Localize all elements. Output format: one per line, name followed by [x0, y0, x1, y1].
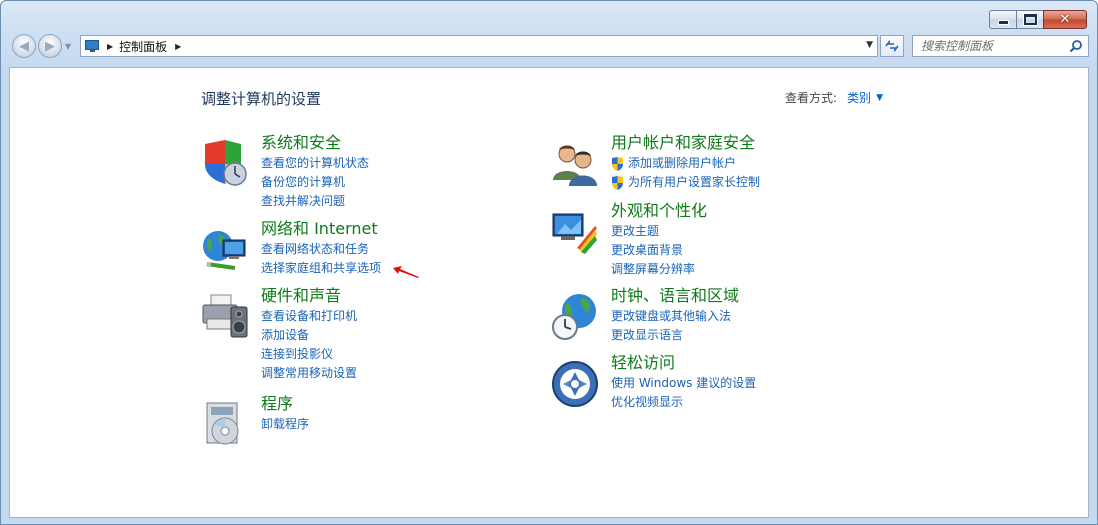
appearance-monitor-icon — [552, 213, 597, 254]
uac-shield-icon — [612, 156, 623, 171]
caption-buttons: ✕ — [989, 10, 1087, 29]
users-icon — [553, 145, 597, 186]
link-screen-resolution[interactable]: 调整屏幕分辨率 — [611, 260, 707, 279]
address-bar[interactable]: ▶ 控制面板 ▶ ▼ — [80, 35, 878, 57]
link-view-computer-status[interactable]: 查看您的计算机状态 — [261, 154, 369, 173]
minimize-icon — [997, 20, 1009, 25]
annotation-arrow-icon — [393, 266, 419, 278]
link-change-background[interactable]: 更改桌面背景 — [611, 241, 707, 260]
category-title-appearance[interactable]: 外观和个性化 — [611, 200, 707, 222]
page-title: 调整计算机的设置 — [201, 90, 322, 108]
minimize-button[interactable] — [989, 10, 1016, 29]
link-add-device[interactable]: 添加设备 — [261, 326, 357, 345]
search-box[interactable] — [912, 35, 1089, 57]
link-view-network-status[interactable]: 查看网络状态和任务 — [261, 240, 381, 259]
forward-arrow-icon: ▶ — [45, 38, 55, 54]
breadcrumb-separator-icon[interactable]: ▶ — [107, 42, 113, 51]
category-title-programs[interactable]: 程序 — [261, 393, 309, 415]
close-icon: ✕ — [1059, 12, 1071, 27]
category-title-ease-of-access[interactable]: 轻松访问 — [611, 352, 756, 374]
recent-pages-dropdown-icon[interactable]: ▼ — [65, 42, 71, 51]
link-uninstall-program[interactable]: 卸载程序 — [261, 415, 309, 434]
link-add-remove-accounts[interactable]: 添加或删除用户帐户 — [611, 154, 760, 173]
control-panel-window: ✕ ◀ ▶ ▼ ▶ 控制面板 ▶ ▼ 调整计算机的设置 查看方式: 类别 ▼ — [0, 0, 1098, 525]
refresh-icon — [885, 40, 899, 52]
category-title-user-accounts[interactable]: 用户帐户和家庭安全 — [611, 132, 760, 154]
link-connect-projector[interactable]: 连接到投影仪 — [261, 345, 357, 364]
link-parental-controls-label: 为所有用户设置家长控制 — [628, 175, 761, 189]
category-title-system-security[interactable]: 系统和安全 — [261, 132, 369, 154]
link-mobility-settings[interactable]: 调整常用移动设置 — [261, 364, 357, 383]
link-add-remove-accounts-label: 添加或删除用户帐户 — [628, 156, 737, 170]
programs-disc-icon — [206, 402, 239, 445]
view-by-category-link[interactable]: 类别 — [847, 89, 871, 106]
back-arrow-icon: ◀ — [19, 38, 29, 54]
link-homegroup-sharing[interactable]: 选择家庭组和共享选项 — [261, 259, 381, 278]
clock-globe-icon — [552, 294, 596, 340]
content-pane: 调整计算机的设置 查看方式: 类别 ▼ 系统和安全 查看您的计算机状态 备份您的… — [9, 67, 1089, 518]
navigation-buttons: ◀ ▶ ▼ — [12, 34, 71, 58]
maximize-button[interactable] — [1016, 10, 1043, 29]
link-parental-controls[interactable]: 为所有用户设置家长控制 — [611, 173, 760, 192]
category-title-clock-region[interactable]: 时钟、语言和区域 — [611, 285, 739, 307]
link-windows-recommended[interactable]: 使用 Windows 建议的设置 — [611, 374, 756, 393]
link-change-theme[interactable]: 更改主题 — [611, 222, 707, 241]
link-change-display-language[interactable]: 更改显示语言 — [611, 326, 739, 345]
breadcrumb-control-panel[interactable]: 控制面板 — [119, 38, 167, 55]
link-optimize-display[interactable]: 优化视频显示 — [611, 393, 756, 412]
search-input[interactable] — [919, 38, 1073, 54]
search-icon[interactable] — [1069, 39, 1083, 53]
breadcrumb-chevron-icon[interactable]: ▶ — [175, 42, 181, 51]
back-button[interactable]: ◀ — [12, 34, 36, 58]
category-title-network-internet[interactable]: 网络和 Internet — [261, 218, 381, 240]
network-globe-icon — [203, 231, 246, 270]
printer-speaker-icon — [202, 294, 248, 338]
view-by-label: 查看方式: — [785, 91, 838, 105]
link-find-fix-problems[interactable]: 查找并解决问题 — [261, 192, 369, 211]
uac-shield-icon — [612, 175, 623, 190]
refresh-button[interactable] — [880, 35, 904, 57]
address-dropdown-icon[interactable]: ▼ — [866, 40, 873, 50]
category-title-hardware-sound[interactable]: 硬件和声音 — [261, 285, 357, 307]
maximize-icon — [1023, 14, 1037, 25]
view-by: 查看方式: 类别 ▼ — [785, 89, 883, 106]
ease-of-access-icon — [552, 361, 598, 407]
forward-button[interactable]: ▶ — [38, 34, 62, 58]
link-backup-computer[interactable]: 备份您的计算机 — [261, 173, 369, 192]
chevron-down-icon[interactable]: ▼ — [876, 93, 883, 103]
link-change-keyboard[interactable]: 更改键盘或其他输入法 — [611, 307, 739, 326]
control-panel-icon — [85, 39, 101, 53]
link-devices-printers[interactable]: 查看设备和打印机 — [261, 307, 357, 326]
security-shield-icon — [205, 140, 247, 186]
close-button[interactable]: ✕ — [1043, 10, 1087, 29]
